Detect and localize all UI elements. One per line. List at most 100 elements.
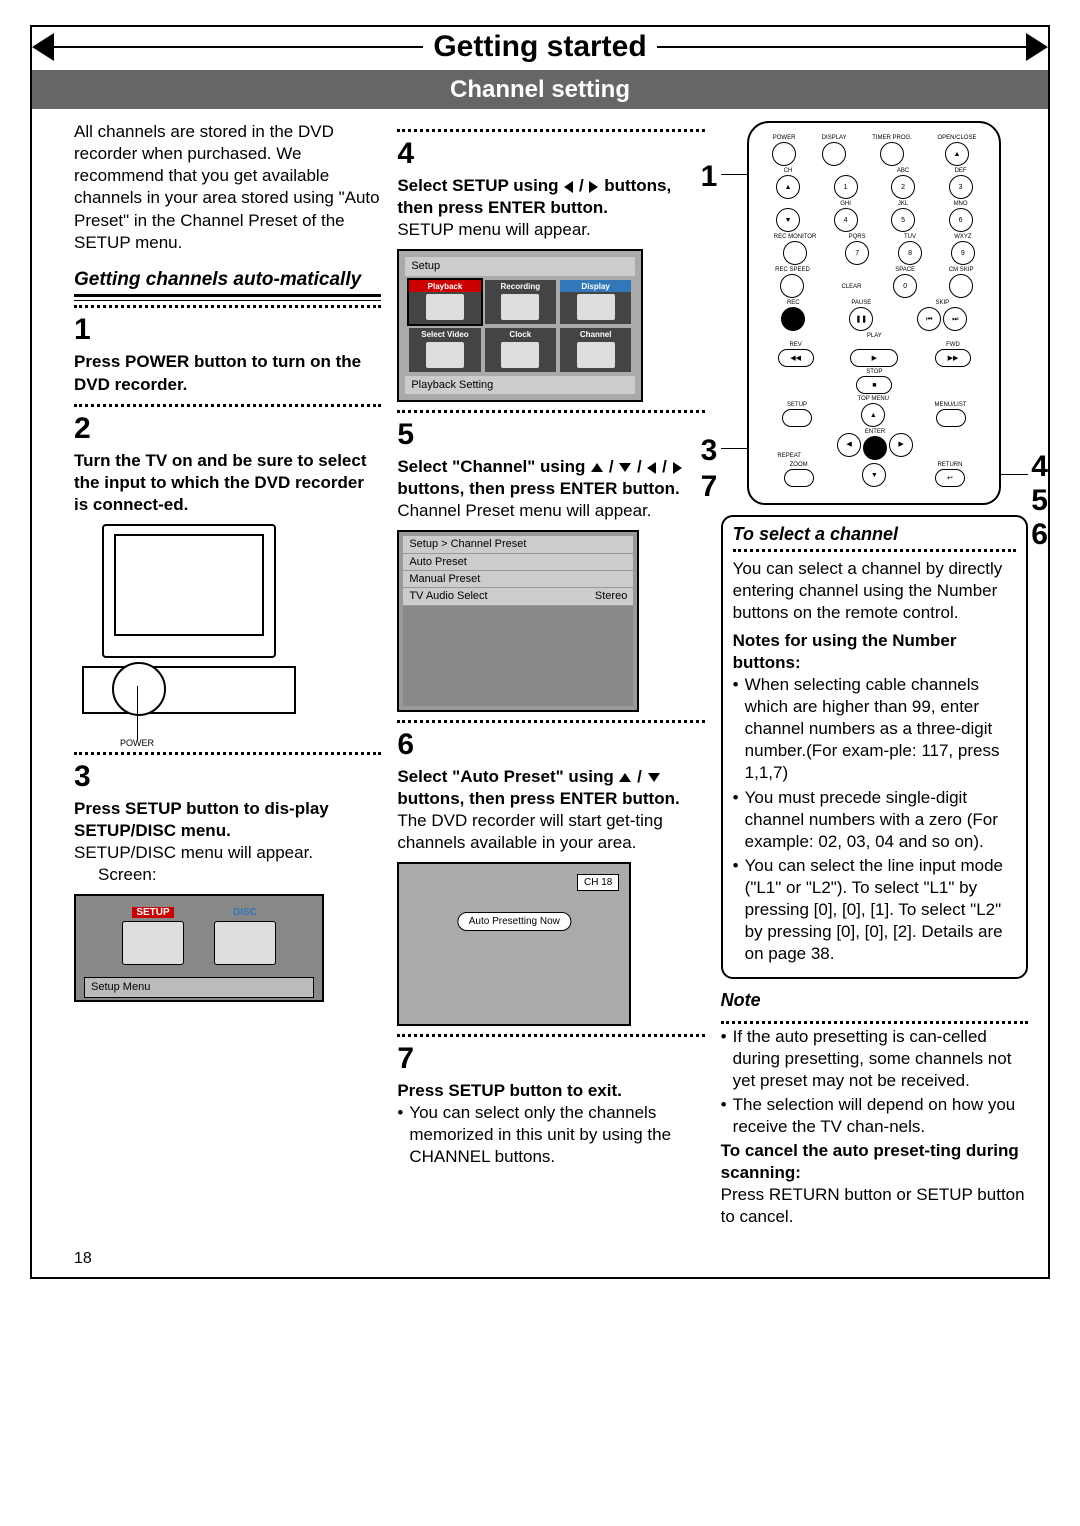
auto-preset-pill: Auto Presetting Now (458, 912, 571, 931)
bullet-item: You can select the line input mode ("L1"… (733, 855, 1016, 965)
remote-btn-zoom (784, 469, 814, 487)
triangle-down-icon (648, 773, 660, 782)
triangle-left-icon (647, 462, 656, 474)
remote-btn-pause: ❚❚ (849, 307, 873, 331)
tile-playback: Playback (409, 280, 480, 292)
disc-tile-icon (214, 921, 276, 965)
chapter-header: Getting started (32, 27, 1048, 66)
callout-1: 1 (701, 157, 718, 196)
callout-3: 3 (701, 431, 718, 470)
header-arrow-left-icon (32, 33, 54, 61)
triangle-right-icon (589, 181, 598, 193)
triangle-down-icon (619, 463, 631, 472)
remote-btn-fwd: ▶▶ (935, 349, 971, 367)
remote-btn-rec (781, 307, 805, 331)
select-channel-box: To select a channel You can select a cha… (721, 515, 1028, 979)
remote-btn-6: 6 (949, 208, 973, 232)
remote-btn-setup (782, 409, 812, 427)
remote-btn-down: ▼ (862, 463, 886, 487)
notes-bullets: When selecting cable channels which are … (733, 674, 1016, 965)
remote-btn-5: 5 (891, 208, 915, 232)
column-1: All channels are stored in the DVD recor… (74, 121, 381, 1228)
dots-divider-icon (733, 549, 1016, 552)
tile-select-video: Select Video (409, 328, 480, 340)
remote-btn-menulist (936, 409, 966, 427)
step-num-2: 2 (74, 409, 381, 448)
remote-body: POWER DISPLAY TIMER PROG. OPEN/CLOSE▲ CH… (747, 121, 1001, 505)
remote-lbl-recmon: REC MONITOR (774, 234, 817, 240)
column-2: 4 Select SETUP using / buttons, then pre… (397, 121, 704, 1228)
remote-lbl-open: OPEN/CLOSE (937, 135, 976, 141)
step-num-7: 7 (397, 1039, 704, 1078)
sd-setup-label: SETUP (132, 907, 173, 918)
step-num-1: 1 (74, 310, 381, 349)
remote-btn-3: 3 (949, 175, 973, 199)
remote-btn-8: 8 (898, 241, 922, 265)
channel-preset-screenshot: Setup > Channel Preset Auto Preset Manua… (397, 530, 639, 711)
note-bullets: If the auto presetting is can-celled dur… (721, 1026, 1028, 1138)
breadcrumb-row: Setup > Channel Preset (403, 536, 633, 552)
callout-6: 6 (1031, 515, 1048, 554)
remote-btn-9: 9 (951, 241, 975, 265)
select-title: To select a channel (733, 523, 1016, 546)
divider-icon (74, 305, 381, 308)
divider-icon (74, 752, 381, 755)
remote-btn-return: ↩ (935, 469, 965, 487)
triangle-left-icon (564, 181, 573, 193)
remote-diagram: 1 3 7 4 5 6 POWER DISPLAY TIMER PROG. OP… (721, 121, 1028, 505)
triangle-up-icon (619, 773, 631, 782)
power-label: POWER (120, 738, 154, 750)
step-4-bold: Select SETUP using / buttons, then press… (397, 175, 704, 219)
section-title-bar: Channel setting (32, 70, 1048, 109)
remote-lbl-display: DISPLAY (822, 135, 847, 141)
divider-icon (721, 1021, 1028, 1024)
remote-btn-right: ▶ (889, 433, 913, 457)
tv-diagram: POWER (74, 524, 304, 744)
page-number: 18 (32, 1249, 1048, 1278)
remote-btn-topmenu: ▲ (861, 403, 885, 427)
tile-channel: Channel (560, 328, 631, 340)
triangle-right-icon (673, 462, 682, 474)
cancel-body: Press RETURN button or SETUP button to c… (721, 1184, 1028, 1228)
setup-disc-screenshot: SETUP DISC Setup Menu (74, 894, 324, 1001)
step-6-bold: Select "Auto Preset" using / buttons, th… (397, 766, 704, 810)
menu-row: Manual Preset (403, 571, 633, 587)
intro-text: All channels are stored in the DVD recor… (74, 121, 381, 254)
remote-btn-timer (880, 142, 904, 166)
remote-lbl-timer: TIMER PROG. (872, 135, 912, 141)
remote-btn-0: 0 (893, 274, 917, 298)
remote-btn-chdn: ▼ (776, 208, 800, 232)
remote-btn-stop: ■ (856, 376, 892, 394)
step-7-bold: Press SETUP button to exit. (397, 1080, 704, 1102)
step-num-3: 3 (74, 757, 381, 796)
bullet-item: When selecting cable channels which are … (733, 674, 1016, 784)
step-4-body: SETUP menu will appear. (397, 219, 704, 241)
auto-preset-screenshot: CH 18 Auto Presetting Now (397, 862, 631, 1026)
remote-btn-recmon (783, 241, 807, 265)
column-3: 1 3 7 4 5 6 POWER DISPLAY TIMER PROG. OP… (721, 121, 1028, 1228)
remote-btn-left: ◀ (837, 433, 861, 457)
step-6-body: The DVD recorder will start get-ting cha… (397, 810, 704, 854)
step-3-body: SETUP/DISC menu will appear. (74, 842, 381, 864)
divider-icon (397, 720, 704, 723)
step-3-bold: Press SETUP button to dis-play SETUP/DIS… (74, 798, 381, 842)
remote-btn-power (772, 142, 796, 166)
subhead-auto: Getting channels auto-matically (74, 268, 381, 298)
step-1-text: Press POWER button to turn on the DVD re… (74, 351, 381, 395)
step-5-body: Channel Preset menu will appear. (397, 500, 704, 522)
bullet-item: You must precede single-digit channel nu… (733, 787, 1016, 853)
remote-btn-4: 4 (834, 208, 858, 232)
screen-title: Setup (405, 257, 635, 275)
bullet-item: If the auto presetting is can-celled dur… (721, 1026, 1028, 1092)
sd-footer: Setup Menu (84, 977, 314, 997)
menu-row: TV Audio SelectStereo (403, 588, 633, 604)
tile-recording: Recording (485, 280, 556, 292)
divider-icon (74, 404, 381, 407)
bullet-item: You can select only the channels memoriz… (397, 1102, 704, 1168)
remote-btn-cmskip (949, 274, 973, 298)
step-7-bullets: You can select only the channels memoriz… (397, 1102, 704, 1168)
setup-grid-screenshot: Setup Playback Recording Display Select … (397, 249, 643, 402)
channel-badge: CH 18 (577, 874, 619, 891)
menu-row: Auto Preset (403, 554, 633, 570)
remote-lbl-ch: CH (784, 168, 793, 174)
